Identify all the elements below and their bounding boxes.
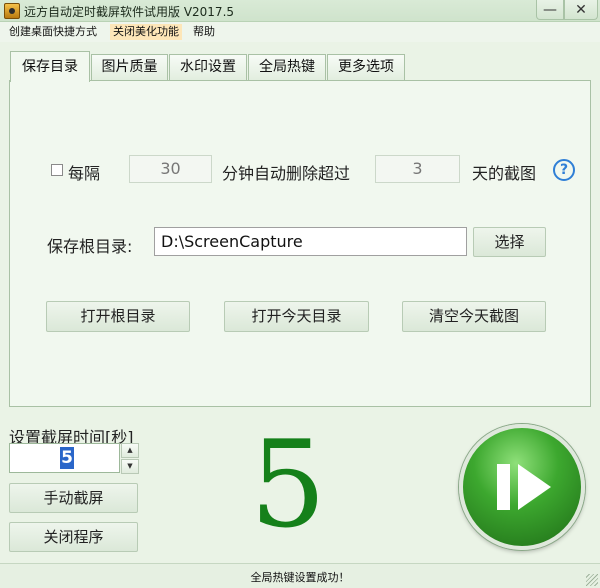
open-today-button[interactable]: 打开今天目录: [224, 301, 369, 332]
save-root-path-input[interactable]: D:\ScreenCapture: [154, 227, 467, 256]
status-bar: 全局热键设置成功！: [0, 563, 600, 588]
choose-folder-button[interactable]: 选择: [473, 227, 546, 257]
tab-watermark[interactable]: 水印设置: [169, 54, 247, 80]
status-message: 全局热键设置成功！: [250, 571, 350, 584]
minimize-button[interactable]: —: [536, 0, 564, 20]
save-root-label: 保存根目录:: [47, 237, 133, 256]
menu-create-shortcut[interactable]: 创建桌面快捷方式: [6, 24, 100, 40]
label-every: 每隔: [68, 164, 101, 183]
close-program-button[interactable]: 关闭程序: [9, 522, 138, 552]
manual-capture-button[interactable]: 手动截屏: [9, 483, 138, 513]
interval-down-arrow-icon[interactable]: ▼: [121, 459, 139, 474]
title-bar: 远方自动定时截屏软件试用版 V2017.5 — ✕: [0, 0, 600, 22]
menu-help[interactable]: 帮助: [190, 24, 218, 40]
interval-up-arrow-icon[interactable]: ▲: [121, 443, 139, 458]
label-minutes: 分钟自动删除超过: [222, 164, 351, 183]
menu-bar: 创建桌面快捷方式 关闭美化功能 帮助: [0, 22, 600, 42]
start-capture-button[interactable]: [459, 424, 585, 550]
menu-disable-theme[interactable]: 关闭美化功能: [110, 24, 182, 40]
capture-interval-input[interactable]: 5: [9, 443, 120, 473]
capture-interval-value: 5: [60, 447, 74, 469]
countdown-display: 5: [249, 416, 327, 555]
resize-grip-icon[interactable]: [586, 574, 598, 586]
tab-image-quality[interactable]: 图片质量: [91, 54, 168, 80]
label-days: 天的截图: [472, 164, 537, 183]
auto-delete-checkbox[interactable]: [51, 164, 63, 176]
help-icon[interactable]: ?: [553, 159, 575, 181]
play-pause-icon: [497, 464, 551, 510]
clear-today-button[interactable]: 清空今天截图: [402, 301, 546, 332]
tab-more-options[interactable]: 更多选项: [327, 54, 405, 80]
app-icon: [4, 3, 20, 19]
open-root-button[interactable]: 打开根目录: [46, 301, 190, 332]
tab-global-hotkeys[interactable]: 全局热键: [248, 54, 326, 80]
close-button[interactable]: ✕: [564, 0, 598, 20]
window-title: 远方自动定时截屏软件试用版 V2017.5: [24, 5, 235, 19]
minutes-input[interactable]: 30: [129, 155, 212, 183]
days-input[interactable]: 3: [375, 155, 460, 183]
tab-save-directory[interactable]: 保存目录: [10, 51, 90, 82]
